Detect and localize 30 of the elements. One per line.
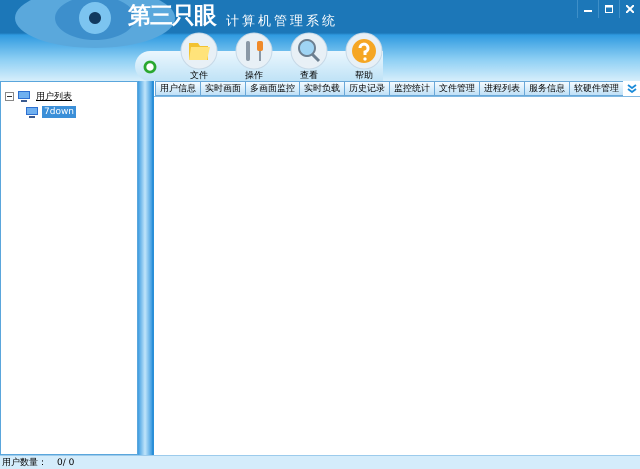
tab[interactable]: 实时负载 [299, 81, 344, 96]
tab[interactable]: 软硬件管理 [569, 81, 623, 96]
folder-icon [180, 32, 218, 70]
tab[interactable]: 监控统计 [389, 81, 434, 96]
ring-icon[interactable] [143, 58, 157, 76]
app-title: 计算机管理系统 [226, 13, 338, 31]
tab[interactable]: 进程列表 [479, 81, 524, 96]
tree-item[interactable]: 用户列表 [34, 88, 74, 104]
help-icon [345, 32, 383, 70]
tab[interactable]: 历史记录 [344, 81, 389, 96]
search-icon [290, 32, 328, 70]
toolbar-button[interactable]: 查看 [290, 32, 328, 81]
toolbar-button[interactable]: 文件 [180, 32, 218, 81]
computer-icon [25, 106, 39, 118]
tab[interactable]: 文件管理 [434, 81, 479, 96]
tab[interactable]: 用户信息 [155, 81, 200, 96]
maximize-icon [605, 5, 613, 13]
app-logo: 第三只眼 [128, 2, 216, 31]
toolbar-button[interactable]: 操作 [235, 32, 273, 81]
status-label: 用户数量： [2, 456, 47, 469]
tools-icon [235, 32, 273, 70]
computer-icon [17, 90, 31, 102]
collapse-icon[interactable] [5, 92, 14, 100]
toolbar-button[interactable]: 帮助 [345, 32, 383, 81]
chevron-down-icon[interactable] [627, 84, 637, 94]
tab[interactable]: 多画面监控 [245, 81, 299, 96]
status-value: 0/ 0 [57, 458, 74, 468]
tab[interactable]: 实时画面 [200, 81, 245, 96]
tab[interactable]: 服务信息 [524, 81, 569, 96]
close-icon [626, 5, 634, 13]
